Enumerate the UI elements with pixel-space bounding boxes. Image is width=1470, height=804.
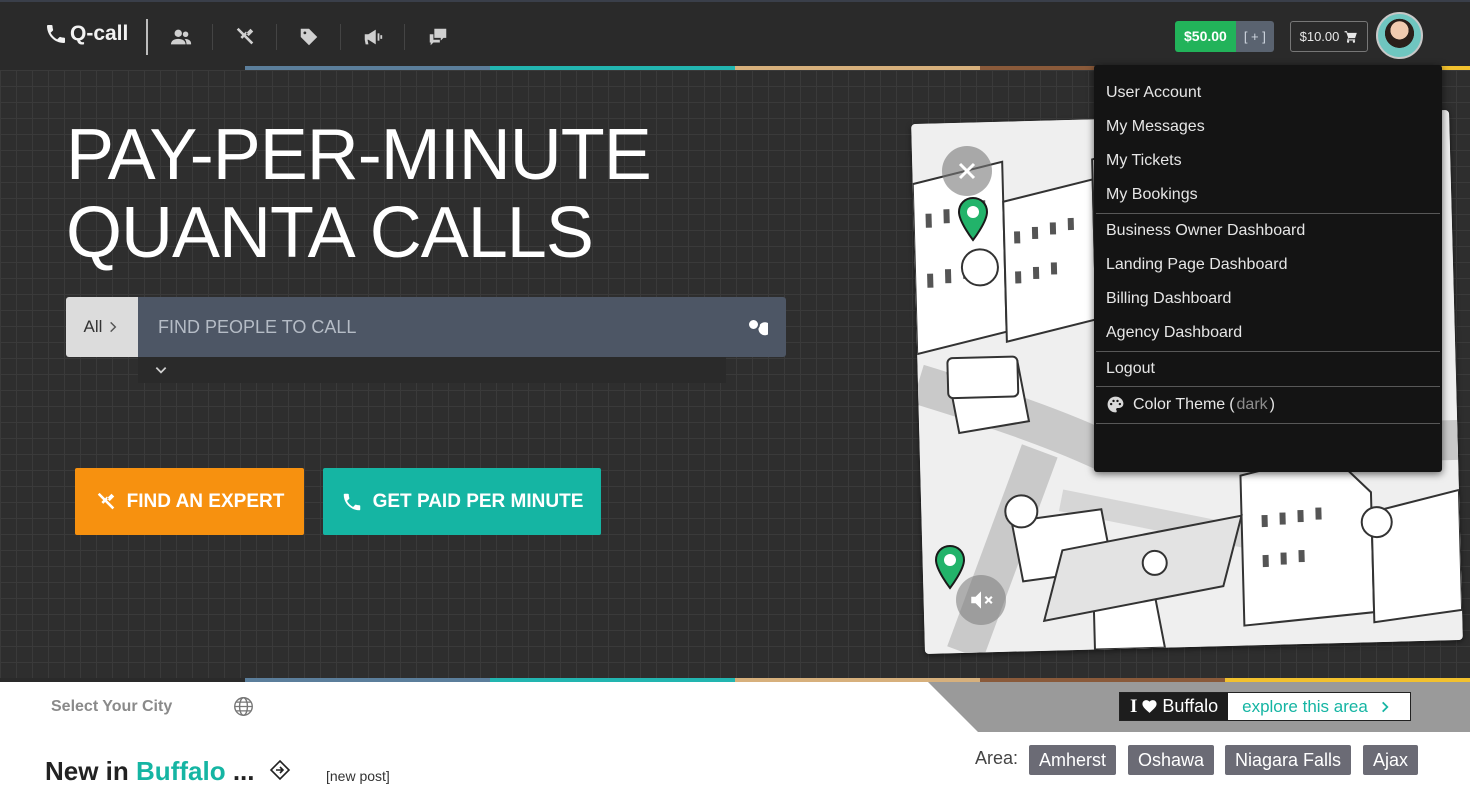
avatar[interactable] [1376,12,1423,59]
new-in-label: New in [45,756,129,786]
wallet-amount: $50.00 [1175,21,1236,52]
user-menu: User Account My Messages My Tickets My B… [1094,65,1442,472]
brand-logo[interactable]: Q-call [44,22,128,46]
nav-divider [146,19,148,55]
i-love-city: I Buffalo [1120,693,1229,720]
search-options-toggle[interactable] [138,357,726,383]
expert-icon [97,492,114,509]
area-tag-ajax[interactable]: Ajax [1363,745,1419,775]
mute-button[interactable] [956,575,1006,625]
new-post-link[interactable]: [new post] [326,768,390,784]
add-funds-button[interactable]: [ + ] [1235,21,1274,52]
color-theme-value: dark [1236,395,1268,413]
close-icon [958,162,976,180]
cart-amount: $10.00 [1299,29,1340,44]
megaphone-icon[interactable] [358,22,388,52]
brand-name: Q-call [70,22,129,45]
area-tag-oshawa[interactable]: Oshawa [1128,745,1215,775]
accent-stripe [0,678,1470,682]
menu-item-logout[interactable]: Logout [1106,360,1155,378]
menu-divider [1096,386,1440,387]
map-pin-icon[interactable] [956,196,990,242]
heart-icon [1142,700,1157,713]
menu-item-my-bookings[interactable]: My Bookings [1106,186,1198,204]
get-paid-label: GET PAID PER MINUTE [372,490,584,512]
area-label: Area: [975,748,1019,768]
explore-area-banner[interactable]: I Buffalo explore this area [1119,692,1412,721]
expert-icon[interactable] [230,22,260,52]
globe-icon[interactable] [233,696,254,717]
theme-paren-close: ) [1269,395,1275,413]
arrow-right-icon[interactable] [268,758,292,782]
menu-item-business-owner-dashboard[interactable]: Business Owner Dashboard [1106,222,1305,240]
i-love-city-name: Buffalo [1162,696,1219,716]
area-tag-niagara-falls[interactable]: Niagara Falls [1225,745,1352,775]
menu-item-user-account[interactable]: User Account [1106,84,1201,102]
find-expert-button[interactable]: FIND AN EXPERT [75,468,304,535]
title-line-2: QUANTA CALLS [66,193,594,273]
i-love-prefix: I [1130,695,1138,717]
menu-item-my-tickets[interactable]: My Tickets [1106,152,1182,170]
menu-item-billing-dashboard[interactable]: Billing Dashboard [1106,290,1231,308]
nav-separator [212,24,213,50]
nav-separator [276,24,277,50]
search-button[interactable] [726,297,786,357]
new-in-ellipsis: ... [232,756,255,786]
menu-item-color-theme[interactable]: Color Theme ( dark ) [1106,395,1275,414]
new-in-city[interactable]: Buffalo [136,756,226,786]
color-theme-label: Color Theme [1133,395,1226,413]
phone-icon [47,25,65,43]
search-icon [749,320,768,336]
page-title: PAY-PER-MINUTE QUANTA CALLS [66,116,686,272]
close-map-button[interactable] [942,146,992,196]
explore-area-link[interactable]: explore this area [1228,693,1411,720]
menu-item-my-messages[interactable]: My Messages [1106,118,1205,136]
chevron-right-icon [1381,701,1389,712]
get-paid-button[interactable]: GET PAID PER MINUTE [323,468,601,535]
title-line-1: PAY-PER-MINUTE [66,115,652,195]
menu-item-landing-page-dashboard[interactable]: Landing Page Dashboard [1106,256,1287,274]
top-nav: Q-call $50.00 [ + ] $10.00 [0,0,1470,68]
nav-separator [340,24,341,50]
menu-item-agency-dashboard[interactable]: Agency Dashboard [1106,324,1242,342]
nav-separator [404,24,405,50]
find-expert-label: FIND AN EXPERT [126,490,285,512]
search-category-select[interactable]: All [66,297,138,357]
volume-off-icon [971,591,993,609]
explore-area-label: explore this area [1242,696,1368,716]
tag-icon[interactable] [294,22,324,52]
menu-divider [1096,351,1440,352]
menu-divider [1096,423,1440,424]
people-icon[interactable] [166,22,196,52]
chat-icon[interactable] [423,22,453,52]
area-tag-amherst[interactable]: Amherst [1029,745,1117,775]
select-city-label[interactable]: Select Your City [51,698,172,716]
search-bar: All [66,297,786,357]
menu-divider [1096,213,1440,214]
chevron-right-icon [110,321,117,333]
wallet-balance[interactable]: $50.00 [ + ] [1175,21,1274,52]
search-input[interactable] [138,297,726,357]
theme-paren-open: ( [1229,395,1235,413]
cart-icon [1344,30,1358,43]
cart-button[interactable]: $10.00 [1290,21,1368,52]
palette-icon [1107,396,1124,413]
new-in-heading: New in Buffalo ... [45,756,292,787]
search-category-label: All [83,317,103,336]
chevron-down-icon [155,367,167,374]
phone-icon [343,493,360,510]
